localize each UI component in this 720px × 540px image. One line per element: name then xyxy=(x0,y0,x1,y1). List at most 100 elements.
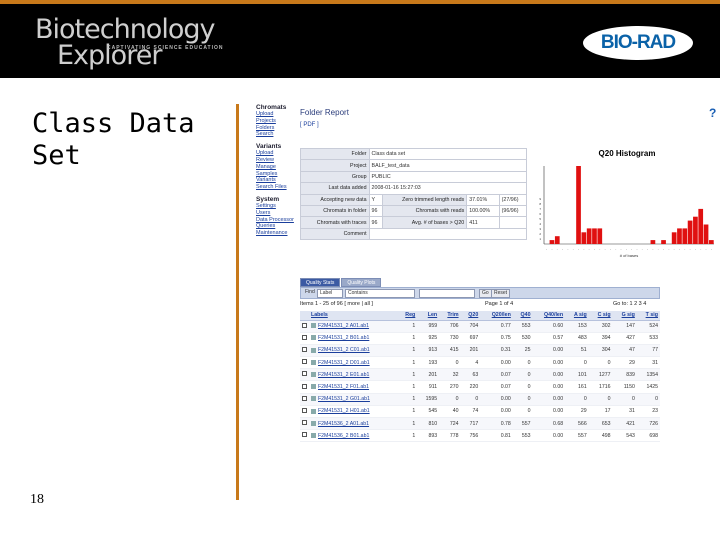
chromat-label-cell[interactable]: F2M41531_2 E01.ab1 xyxy=(309,368,398,382)
column-header[interactable]: Reg xyxy=(397,311,418,321)
nav-link[interactable]: Settings xyxy=(256,203,298,210)
table-row[interactable]: F2M41531_2 D01.ab1 1 193 0 4 0.00 0 0.00 0 0 29 31 xyxy=(300,356,660,370)
nav-link[interactable]: Upload xyxy=(256,150,298,157)
row-checkbox-cell xyxy=(300,405,309,419)
trace-icon[interactable] xyxy=(311,396,316,402)
nav-link[interactable]: Folders xyxy=(256,125,298,132)
trace-icon[interactable] xyxy=(311,347,316,353)
histogram-x-tick: - xyxy=(631,247,632,251)
column-header[interactable]: A sig xyxy=(565,311,589,321)
histogram-bar xyxy=(586,228,592,244)
slide-title: Class Data Set xyxy=(32,108,195,172)
nav-link[interactable]: Upload xyxy=(256,111,298,118)
chromat-label[interactable]: F2M41531_2 H01.ab1 xyxy=(318,408,370,414)
chromat-label-cell[interactable]: F2M41531_2 D01.ab1 xyxy=(309,356,398,370)
chromat-label-cell[interactable]: F2M41536_2 B01.ab1 xyxy=(309,429,398,443)
chromat-label[interactable]: F2M41531_2 C01.ab1 xyxy=(318,347,370,353)
table-row[interactable]: F2M41531_2 F01.ab1 1 911 270 220 0.07 0 0.00 161… xyxy=(300,380,660,394)
chromat-label-cell[interactable]: F2M41536_2 A01.ab1 xyxy=(309,417,398,431)
column-header[interactable]: Q40/len xyxy=(532,311,566,321)
chromat-label-cell[interactable]: F2M41531_2 C01.ab1 xyxy=(309,344,398,358)
column-header[interactable]: Q40 xyxy=(512,311,533,321)
chromat-label[interactable]: F2M41536_2 B01.ab1 xyxy=(318,433,369,439)
nav-link[interactable]: Maintenance xyxy=(256,230,298,237)
chromat-label[interactable]: F2M41531_2 A01.ab1 xyxy=(318,323,369,329)
table-row[interactable]: F2M41531_2 G01.ab1 1 1595 0 0 0.00 0 0.00 0 0 0 0 xyxy=(300,393,660,406)
table-cell: 1354 xyxy=(636,368,660,382)
mode-select[interactable]: Contains xyxy=(345,289,415,298)
chromat-label[interactable]: F2M41536_2 A01.ab1 xyxy=(318,421,369,427)
pager-goto[interactable]: Go to: 1 2 3 4 xyxy=(613,301,646,307)
field-select[interactable]: Label xyxy=(317,289,343,298)
reset-button[interactable]: Reset xyxy=(491,289,511,298)
trace-icon[interactable] xyxy=(311,359,316,365)
row-checkbox[interactable] xyxy=(302,346,307,352)
info-row: Comment xyxy=(300,227,528,241)
trace-icon[interactable] xyxy=(311,323,316,329)
pdf-link[interactable]: [ PDF ] xyxy=(300,122,319,128)
chromat-label-cell[interactable]: F2M41531_2 A01.ab1 xyxy=(309,320,398,333)
column-header[interactable]: Q20 xyxy=(460,311,481,321)
nav-link[interactable]: Search xyxy=(256,131,298,138)
go-button[interactable]: Go xyxy=(479,289,492,298)
chromat-label-cell[interactable]: F2M41531_2 H01.ab1 xyxy=(309,405,398,419)
trace-icon[interactable] xyxy=(311,384,316,390)
row-checkbox[interactable] xyxy=(302,371,307,377)
nav-link[interactable]: Search Files xyxy=(256,184,298,191)
table-row[interactable]: F2M41531_2 H01.ab1 1 545 40 74 0.00 0 0.00 29 17 3… xyxy=(300,405,660,419)
row-checkbox[interactable] xyxy=(302,322,307,328)
row-checkbox[interactable] xyxy=(302,383,307,389)
trace-icon[interactable] xyxy=(311,335,316,341)
histogram-bar xyxy=(597,228,603,244)
table-cell: 0 xyxy=(460,393,481,406)
info-value: 96 xyxy=(368,204,384,218)
row-checkbox[interactable] xyxy=(302,420,307,426)
nav-link[interactable]: Users xyxy=(256,210,298,217)
table-row[interactable]: F2M41531_2 B01.ab1 1 925 730 697 0.75 530 0.57 4… xyxy=(300,332,660,345)
tab-quality-plots[interactable]: Quality Plots xyxy=(341,278,382,287)
chromat-label[interactable]: F2M41531_2 B01.ab1 xyxy=(318,335,369,341)
table-row[interactable]: F2M41536_2 A01.ab1 1 810 724 717 0.78 557 0.68 5… xyxy=(300,417,660,431)
nav-link[interactable]: Data Processor xyxy=(256,217,298,224)
nav-link[interactable]: Queries xyxy=(256,223,298,230)
trace-icon[interactable] xyxy=(311,408,316,414)
table-row[interactable]: F2M41531_2 A01.ab1 1 959 706 704 0.77 553 0.60 1… xyxy=(300,320,660,333)
row-checkbox[interactable] xyxy=(302,359,307,365)
row-checkbox[interactable] xyxy=(302,432,307,438)
chromat-label[interactable]: F2M41531_2 D01.ab1 xyxy=(318,360,370,366)
chromat-label-cell[interactable]: F2M41531_2 B01.ab1 xyxy=(309,332,398,345)
table-row[interactable]: F2M41531_2 C01.ab1 1 913 415 201 0.31 25 0.00 51… xyxy=(300,344,660,358)
column-header[interactable]: C sig xyxy=(588,311,613,321)
table-row[interactable]: F2M41531_2 E01.ab1 1 201 32 63 0.07 0 0.00 101 12… xyxy=(300,368,660,382)
find-input[interactable] xyxy=(419,289,475,298)
histogram-x-tick: - xyxy=(711,247,712,251)
column-header[interactable]: G sig xyxy=(612,311,637,321)
table-cell: 557 xyxy=(512,417,533,431)
pager-items[interactable]: Items 1 - 25 of 96 [ more | all ] xyxy=(300,301,373,307)
trace-icon[interactable] xyxy=(311,371,316,377)
nav-link[interactable]: Variants xyxy=(256,177,298,184)
chromat-label-cell[interactable]: F2M41531_2 F01.ab1 xyxy=(309,380,398,394)
nav-link[interactable]: Manage xyxy=(256,164,298,171)
chromat-label-cell[interactable]: F2M41531_2 G01.ab1 xyxy=(309,393,398,406)
row-checkbox[interactable] xyxy=(302,395,307,401)
column-header[interactable]: Q20/len xyxy=(480,311,513,321)
table-row[interactable]: F2M41536_2 B01.ab1 1 893 778 756 0.81 553 0.00 5… xyxy=(300,429,660,443)
chromat-label[interactable]: F2M41531_2 G01.ab1 xyxy=(318,396,370,402)
nav-link[interactable]: Samples xyxy=(256,171,298,178)
help-icon[interactable]: ? xyxy=(709,106,719,120)
row-checkbox[interactable] xyxy=(302,407,307,413)
chromat-label[interactable]: F2M41531_2 E01.ab1 xyxy=(318,372,369,378)
trace-icon[interactable] xyxy=(311,432,316,438)
row-checkbox[interactable] xyxy=(302,334,307,340)
column-header[interactable]: T sig xyxy=(636,311,660,321)
trace-icon[interactable] xyxy=(311,420,316,426)
table-cell: 4 xyxy=(460,356,481,370)
nav-link[interactable]: Projects xyxy=(256,118,298,125)
column-header[interactable]: Len xyxy=(417,311,440,321)
column-header[interactable]: Trim xyxy=(439,311,461,321)
tab-quality-stats[interactable]: Quality Stats xyxy=(300,278,341,287)
nav-link[interactable]: Review xyxy=(256,157,298,164)
column-header[interactable]: Labels xyxy=(309,311,398,321)
chromat-label[interactable]: F2M41531_2 F01.ab1 xyxy=(318,384,369,390)
